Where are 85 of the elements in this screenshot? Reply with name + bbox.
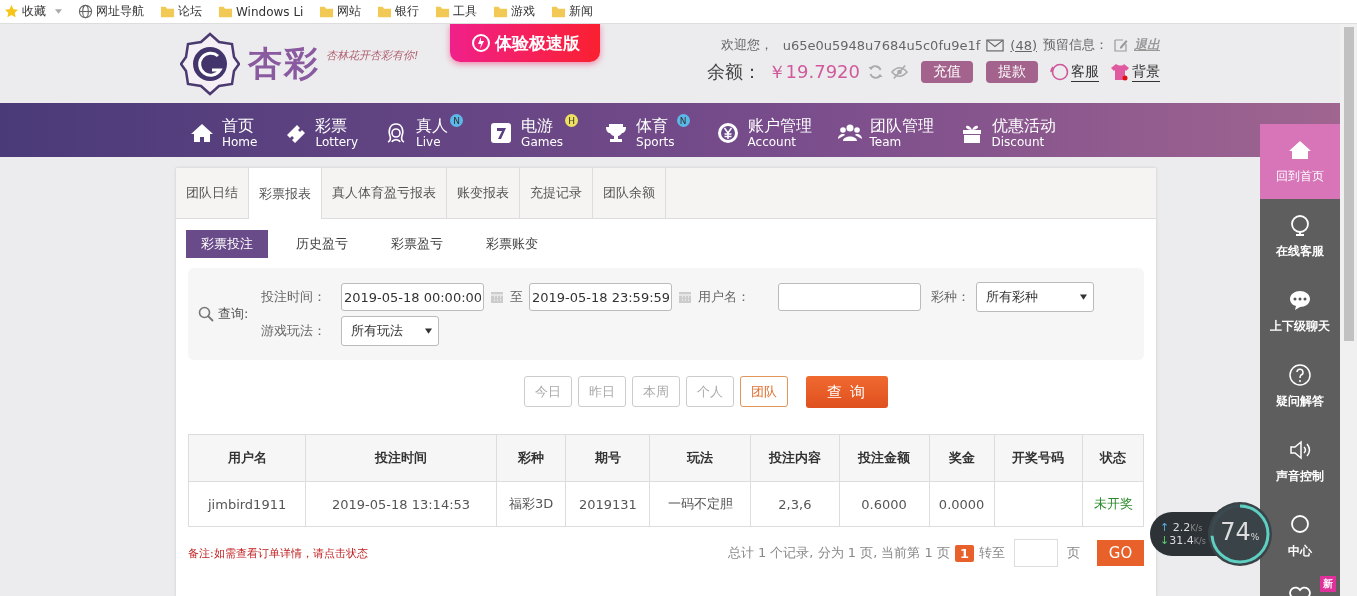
table-cell: 福彩3D: [496, 481, 566, 527]
column-header: 奖金: [929, 434, 995, 482]
slogan: 杏林花开杏彩有你!: [326, 48, 419, 63]
table-cell: 0.6000: [839, 481, 930, 527]
table-cell: 一码不定胆: [649, 481, 751, 527]
nav-badge: N: [450, 114, 464, 127]
table-cell: 0.0000: [929, 481, 995, 527]
bookmark[interactable]: 网站: [319, 3, 362, 20]
nav-item[interactable]: 真人 Live N: [384, 112, 490, 148]
bet-time-label: 投注时间：: [261, 288, 327, 306]
reserved-info-label: 预留信息：: [1043, 36, 1108, 54]
goto-label: 转至: [979, 544, 1005, 562]
column-header: 玩法: [649, 434, 751, 482]
bookmark[interactable]: 新闻: [551, 3, 594, 20]
sidebar-item[interactable]: 疑问解答: [1260, 349, 1340, 424]
column-header: 状态: [1082, 434, 1144, 482]
logo-text: 杏彩: [248, 42, 320, 85]
table-cell: jimbird1911: [188, 481, 306, 527]
header-button[interactable]: 充值: [921, 61, 973, 83]
bookmark[interactable]: 论坛: [160, 3, 202, 20]
sidebar-item[interactable]: 声音控制: [1260, 424, 1340, 499]
note-text: 备注:如需查看订单详情，请点击状态: [188, 545, 368, 561]
balance-label: 余额：: [706, 60, 761, 84]
column-header: 用户名: [188, 434, 306, 482]
play-type-select[interactable]: 所有玩法: [341, 316, 439, 346]
background-link[interactable]: 背景: [1132, 62, 1160, 82]
tab[interactable]: 团队余额: [593, 168, 666, 218]
subtab[interactable]: 彩票投注: [186, 230, 268, 258]
lottery-label: 彩种：: [931, 288, 970, 306]
bookmark[interactable]: 工具: [435, 3, 478, 20]
nav-item[interactable]: 优惠活动 Discount: [959, 112, 1082, 148]
nav-badge: N: [676, 114, 690, 127]
nav-item[interactable]: 电游 Games H: [489, 112, 605, 148]
bookmark[interactable]: 游戏: [493, 3, 536, 20]
nav-item[interactable]: 团队管理 Team: [837, 112, 960, 148]
tab[interactable]: 账变报表: [447, 168, 520, 218]
promo-banner[interactable]: 体验极速版: [450, 24, 600, 62]
nav-badge: H: [565, 114, 579, 127]
query-label: 查询:: [218, 305, 249, 323]
tab[interactable]: 真人体育盈亏报表: [322, 168, 447, 218]
bookmark[interactable]: 收藏: [4, 3, 62, 20]
end-time-field[interactable]: 2019-05-18 23:59:59: [529, 283, 672, 311]
sidebar-item[interactable]: 新: [1260, 574, 1340, 596]
new-badge: 新: [1320, 576, 1336, 592]
bookmark[interactable]: 银行: [377, 3, 420, 20]
sidebar-item[interactable]: 在线客服: [1260, 199, 1340, 274]
table-cell: 2019131: [565, 481, 650, 527]
table-cell: 2,3,6: [750, 481, 840, 527]
bookmark[interactable]: Windows Li: [218, 4, 304, 19]
nav-item[interactable]: 体育 Sports N: [604, 112, 716, 148]
username: u65e0u5948u7684u5c0fu9e1f: [782, 37, 981, 53]
column-header: 投注金额: [839, 434, 930, 482]
memory-percent: 74%: [1219, 518, 1261, 546]
sidebar-item[interactable]: 中心: [1260, 499, 1340, 574]
nav-item[interactable]: 彩票 Lottery: [283, 112, 385, 148]
page-label: 页: [1067, 544, 1080, 562]
play-type-label: 游戏玩法：: [261, 322, 327, 340]
column-header: 彩种: [496, 434, 566, 482]
subtab[interactable]: 彩票盈亏: [376, 230, 458, 258]
header-button[interactable]: 提款: [986, 61, 1038, 83]
sidebar-item[interactable]: 上下级聊天: [1260, 274, 1340, 349]
username-label: 用户名：: [698, 288, 751, 306]
balance-amount: ￥19.7920: [767, 60, 860, 84]
subtab[interactable]: 历史盈亏: [281, 230, 363, 258]
column-header: 投注时间: [305, 434, 497, 482]
welcome-text: 欢迎您，: [720, 36, 773, 54]
mail-count-link[interactable]: (48): [1010, 37, 1037, 53]
bookmark[interactable]: 网址导航: [78, 3, 144, 20]
pager-summary: 总计 1 个记录, 分为 1 页, 当前第 1 页: [727, 544, 950, 562]
tab[interactable]: 充提记录: [520, 168, 593, 218]
start-time-field[interactable]: 2019-05-18 00:00:00: [341, 283, 484, 311]
table-cell: 2019-05-18 13:14:53: [305, 481, 497, 527]
column-header: 期号: [565, 434, 650, 482]
to-label: 至: [510, 288, 523, 306]
column-header: 开奖号码: [994, 434, 1083, 482]
download-rate: ↓31.4K/s: [1160, 534, 1206, 547]
tab[interactable]: 彩票报表: [249, 168, 322, 219]
status-link[interactable]: 未开奖: [1082, 481, 1144, 527]
nav-item[interactable]: 首页 Home: [190, 112, 284, 148]
upload-rate: ↑ 2.2 K/s: [1160, 521, 1204, 534]
nav-item[interactable]: 账户管理 Account: [715, 112, 838, 148]
support-link[interactable]: 客服: [1071, 62, 1099, 82]
subtab[interactable]: 彩票账变: [471, 230, 553, 258]
column-header: 投注内容: [750, 434, 840, 482]
lottery-select[interactable]: 所有彩种: [976, 282, 1094, 312]
